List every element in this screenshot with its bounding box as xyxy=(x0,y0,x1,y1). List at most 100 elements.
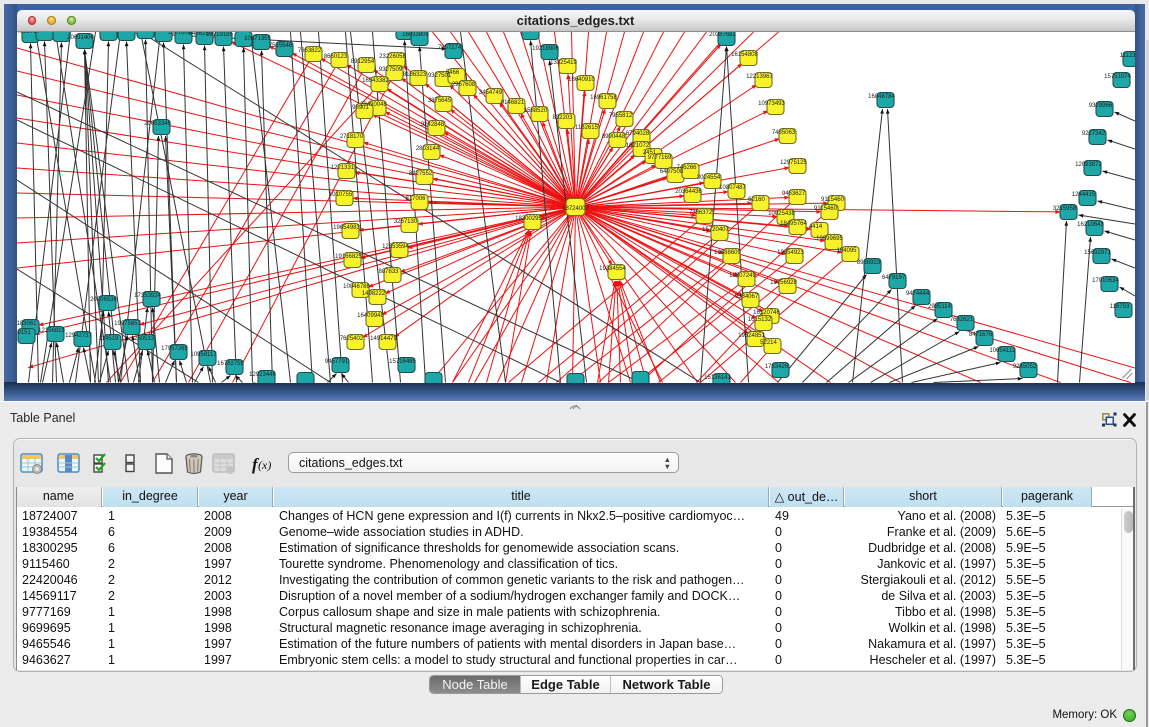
svg-text:10671355: 10671355 xyxy=(244,36,271,42)
svg-text:8471676: 8471676 xyxy=(968,332,992,338)
svg-text:18300295: 18300295 xyxy=(515,216,542,222)
svg-text:16154808: 16154808 xyxy=(731,52,758,58)
svg-text:1244415: 1244415 xyxy=(1071,192,1095,198)
svg-text:20364436: 20364436 xyxy=(675,189,702,195)
svg-text:52214: 52214 xyxy=(760,340,777,346)
svg-text:9777169: 9777169 xyxy=(647,155,671,161)
svg-text:7857274: 7857274 xyxy=(437,45,461,51)
svg-text:16848784: 16848784 xyxy=(868,94,895,100)
svg-text:2803144: 2803144 xyxy=(415,146,439,152)
svg-text:20206536: 20206536 xyxy=(90,297,117,303)
svg-text:20387682: 20387682 xyxy=(709,32,736,38)
svg-text:7515546: 7515546 xyxy=(268,43,292,49)
svg-text:19384554: 19384554 xyxy=(599,266,626,272)
svg-text:13325419: 13325419 xyxy=(550,60,577,66)
svg-text:98901: 98901 xyxy=(352,105,369,111)
svg-text:19524851: 19524851 xyxy=(738,333,765,339)
svg-text:23226058: 23226058 xyxy=(379,54,406,60)
svg-text:10688609: 10688609 xyxy=(714,250,741,256)
svg-text:1733426: 1733426 xyxy=(764,364,788,370)
svg-text:2718170: 2718170 xyxy=(339,134,363,140)
svg-text:19166825: 19166825 xyxy=(335,254,362,260)
svg-text:832203: 832203 xyxy=(552,115,573,121)
svg-text:1588520: 1588520 xyxy=(523,108,547,114)
svg-text:1010755: 1010755 xyxy=(328,192,352,198)
svg-text:9463627: 9463627 xyxy=(781,191,805,197)
svg-text:1250513: 1250513 xyxy=(130,336,154,342)
svg-text:14914479: 14914479 xyxy=(370,336,397,342)
svg-text:5466: 5466 xyxy=(445,70,459,76)
svg-text:62160: 62160 xyxy=(748,197,765,203)
svg-text:12093872: 12093872 xyxy=(1075,162,1102,168)
svg-text:8427552: 8427552 xyxy=(408,171,432,177)
svg-text:18724007: 18724007 xyxy=(562,206,589,212)
svg-text:19654983: 19654983 xyxy=(333,225,360,231)
svg-text:6479197: 6479197 xyxy=(881,275,905,281)
svg-text:7485063: 7485063 xyxy=(771,130,795,136)
svg-text:20691406: 20691406 xyxy=(67,35,94,41)
svg-text:15751074: 15751074 xyxy=(1104,74,1131,80)
svg-text:8186323: 8186323 xyxy=(402,72,426,78)
svg-text:3454749: 3454749 xyxy=(478,90,502,96)
svg-text:7386372: 7386372 xyxy=(688,210,712,216)
svg-text:10719185: 10719185 xyxy=(206,32,233,38)
svg-text:887833: 887833 xyxy=(378,269,399,275)
svg-text:9327509: 9327509 xyxy=(378,67,402,73)
svg-text:9115460: 9115460 xyxy=(814,206,838,212)
svg-text:8938923: 8938923 xyxy=(856,260,880,266)
svg-text:9457791: 9457791 xyxy=(324,359,348,365)
svg-text:3215958: 3215958 xyxy=(1052,206,1076,212)
svg-text:18640910: 18640910 xyxy=(568,77,595,83)
svg-text:7625402: 7625402 xyxy=(339,336,363,342)
svg-text:164095: 164095 xyxy=(836,248,857,254)
svg-text:17010534: 17010534 xyxy=(1092,278,1119,284)
svg-text:7663822: 7663822 xyxy=(297,48,321,54)
svg-text:10973493: 10973493 xyxy=(758,101,785,107)
svg-text:14055717: 14055717 xyxy=(17,32,41,35)
svg-text:10807487: 10807487 xyxy=(719,185,746,191)
svg-text:15692971: 15692971 xyxy=(1084,250,1111,256)
svg-text:10958117: 10958117 xyxy=(190,352,217,358)
svg-text:114519: 114519 xyxy=(98,336,118,342)
svg-text:16961758: 16961758 xyxy=(590,95,617,101)
svg-text:4414: 4414 xyxy=(808,224,822,230)
svg-text:2967608: 2967608 xyxy=(451,82,475,88)
svg-text:8990448: 8990448 xyxy=(601,134,625,140)
svg-text:8912954: 8912954 xyxy=(350,59,374,65)
svg-text:9146821: 9146821 xyxy=(500,100,524,106)
svg-text:9227342: 9227342 xyxy=(1081,131,1105,137)
svg-text:12156819: 12156819 xyxy=(38,328,65,334)
svg-text:746266: 746266 xyxy=(676,165,697,171)
svg-text:16543382: 16543382 xyxy=(362,78,389,84)
svg-text:7955812: 7955812 xyxy=(608,113,632,119)
svg-text:19218906: 19218906 xyxy=(532,46,559,52)
svg-text:817006: 817006 xyxy=(405,196,426,202)
svg-text:3024554: 3024554 xyxy=(696,175,720,181)
svg-text:7632621: 7632621 xyxy=(949,317,973,323)
svg-text:8660123: 8660123 xyxy=(323,54,347,60)
svg-text:15720407: 15720407 xyxy=(702,227,729,233)
svg-text:183061: 183061 xyxy=(17,321,37,327)
svg-text:3267130: 3267130 xyxy=(393,219,417,225)
svg-text:116753: 116753 xyxy=(1109,304,1129,310)
svg-text:9384067: 9384067 xyxy=(734,294,758,300)
svg-text:1221331: 1221331 xyxy=(330,165,354,171)
svg-text:15716485: 15716485 xyxy=(389,359,416,365)
svg-text:6794028: 6794028 xyxy=(625,131,649,137)
svg-text:18807249: 18807249 xyxy=(729,273,756,279)
svg-text:1615132: 1615132 xyxy=(747,317,771,323)
svg-text:9474444: 9474444 xyxy=(905,291,929,297)
svg-text:12353594: 12353594 xyxy=(382,244,409,250)
svg-text:16782759: 16782759 xyxy=(217,361,244,367)
svg-text:19756928: 19756928 xyxy=(770,280,797,286)
svg-text:3875645: 3875645 xyxy=(427,98,451,104)
svg-text:19654923: 19654923 xyxy=(777,250,804,256)
svg-text:10046786: 10046786 xyxy=(343,284,370,290)
svg-text:12213967: 12213967 xyxy=(746,74,773,80)
svg-text:(x): (x) xyxy=(258,458,271,472)
svg-text:1621072: 1621072 xyxy=(625,143,649,149)
svg-text:10025438: 10025438 xyxy=(768,211,795,217)
svg-text:10899695: 10899695 xyxy=(816,236,843,242)
svg-text:16033809: 16033809 xyxy=(402,32,429,38)
svg-text:16210643: 16210643 xyxy=(1077,222,1104,228)
